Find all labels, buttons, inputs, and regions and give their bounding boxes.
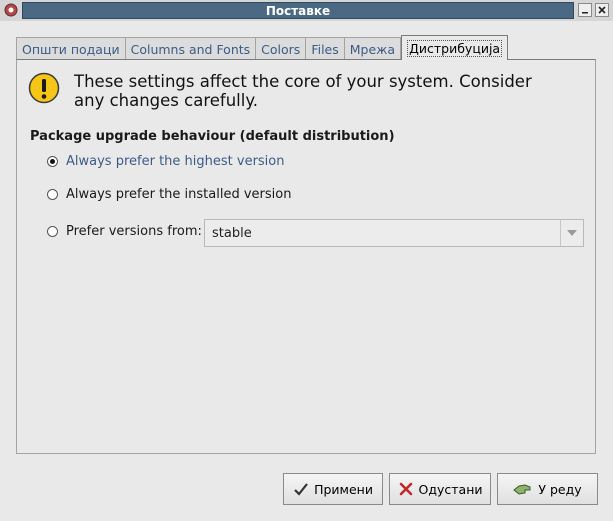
- tab-general[interactable]: Општи подаци: [16, 37, 126, 60]
- chevron-down-icon[interactable]: [560, 220, 583, 246]
- option-installed-version-label: Always prefer the installed version: [66, 187, 292, 202]
- checkmark-icon: [293, 481, 309, 497]
- radio-installed-version[interactable]: [47, 189, 58, 200]
- distribution-select[interactable]: stable: [204, 219, 584, 247]
- warning-icon: [28, 72, 60, 104]
- ok-button[interactable]: У реду: [497, 473, 598, 505]
- cancel-button[interactable]: Одустани: [389, 473, 491, 505]
- warning-message: These settings affect the core of your s…: [74, 72, 532, 110]
- option-highest-version-label: Always prefer the highest version: [66, 154, 285, 169]
- apply-button-label: Примени: [314, 481, 373, 497]
- tab-network[interactable]: Мрежа: [344, 37, 402, 60]
- close-button[interactable]: [595, 3, 609, 17]
- upgrade-section-title: Package upgrade behaviour (default distr…: [30, 129, 395, 144]
- window-title: Поставке: [22, 2, 574, 19]
- distribution-panel: [16, 59, 596, 454]
- ok-button-label: У реду: [538, 481, 582, 497]
- tab-distribution-label: Дистрибуција: [407, 39, 503, 57]
- tab-bar: Општи подаци Columns and Fonts Colors Fi…: [16, 35, 509, 60]
- distribution-select-value: stable: [212, 225, 252, 241]
- ok-hand-icon: [513, 481, 533, 497]
- radio-highest-version[interactable]: [47, 156, 58, 167]
- apply-button[interactable]: Примени: [283, 473, 383, 505]
- radio-prefer-versions-from[interactable]: [47, 226, 58, 237]
- cancel-button-label: Одустани: [418, 481, 483, 497]
- option-prefer-versions-from-label: Prefer versions from:: [66, 224, 202, 239]
- tab-files[interactable]: Files: [306, 37, 345, 60]
- tab-colors[interactable]: Colors: [256, 37, 307, 60]
- option-highest-version[interactable]: Always prefer the highest version: [47, 154, 285, 169]
- tab-distribution[interactable]: Дистрибуција: [401, 35, 509, 60]
- window-menu-icon[interactable]: [3, 2, 19, 18]
- tab-columns-and-fonts[interactable]: Columns and Fonts: [125, 37, 257, 60]
- title-bar: Поставке: [0, 0, 613, 21]
- cancel-x-icon: [398, 481, 414, 497]
- option-installed-version[interactable]: Always prefer the installed version: [47, 187, 291, 202]
- minimize-button[interactable]: [578, 3, 592, 17]
- option-prefer-versions-from[interactable]: Prefer versions from:: [47, 224, 202, 239]
